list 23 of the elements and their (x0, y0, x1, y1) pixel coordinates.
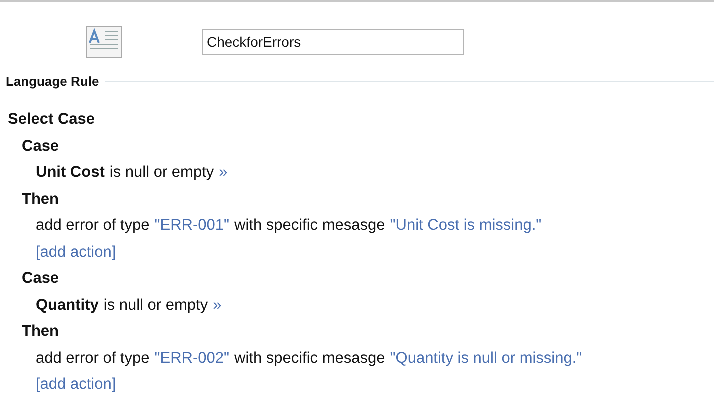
expand-link[interactable]: » (213, 296, 222, 315)
value-link[interactable]: "ERR-001" (154, 217, 230, 236)
add-action-link[interactable]: [add action] (36, 244, 116, 262)
field-name: Quantity (36, 296, 99, 315)
action-text: add error of type (36, 217, 150, 236)
expand-link[interactable]: » (219, 164, 228, 182)
value-link[interactable]: "ERR-002" (154, 350, 230, 368)
condition-text: is null or empty (104, 296, 208, 315)
section-title: Language Rule (6, 74, 100, 89)
rule-name-field[interactable]: CheckforErrors (202, 29, 464, 55)
case-keyword: Case (22, 270, 60, 288)
then-keyword: Then (22, 323, 60, 342)
add-action-link[interactable]: [add action] (36, 376, 116, 394)
value-link[interactable]: "Unit Cost is missing." (390, 217, 542, 236)
value-link[interactable]: "Quantity is null or missing." (390, 350, 582, 368)
action-text: with specific mesasge (234, 217, 386, 236)
then-keyword: Then (22, 190, 60, 209)
action-text: add error of type (36, 350, 150, 368)
condition-text: is null or empty (110, 164, 214, 182)
case-keyword: Case (22, 138, 60, 156)
action-text: with specific mesasge (234, 350, 386, 368)
field-name: Unit Cost (36, 164, 105, 182)
select-case-keyword: Select Case (8, 111, 96, 130)
